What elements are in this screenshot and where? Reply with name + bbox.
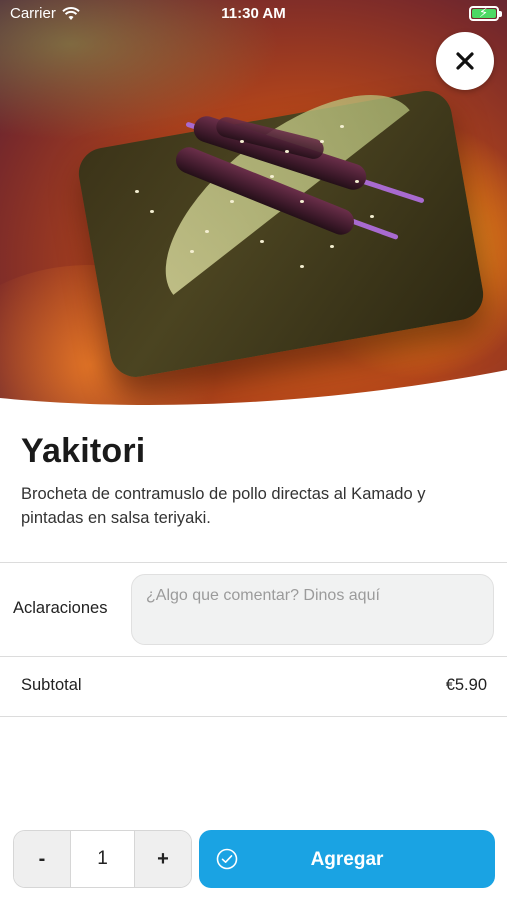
status-time: 11:30 AM [221, 5, 286, 22]
subtotal-label: Subtotal [21, 676, 82, 694]
decrement-button[interactable]: - [14, 831, 70, 887]
add-to-order-button[interactable]: Agregar [199, 830, 495, 888]
divider [0, 716, 507, 717]
product-image [0, 0, 507, 405]
divider [0, 562, 507, 563]
subtotal-value: €5.90 [445, 676, 487, 694]
increment-button[interactable]: + [135, 831, 191, 887]
close-icon [456, 52, 474, 70]
divider [0, 656, 507, 657]
clarifications-label: Aclaraciones [13, 599, 108, 617]
quantity-stepper: - 1 + [13, 830, 192, 888]
image-bottom-curve [0, 370, 507, 405]
product-title: Yakitori [21, 432, 146, 470]
add-button-label: Agregar [310, 849, 384, 870]
quantity-value: 1 [70, 831, 135, 887]
status-bar: Carrier 11:30 AM ⚡ [0, 0, 507, 28]
product-description: Brocheta de contramuslo de pollo directa… [21, 485, 426, 527]
clarifications-input[interactable] [131, 574, 494, 645]
battery-charging-icon: ⚡ [469, 5, 502, 21]
close-button[interactable] [436, 32, 494, 90]
